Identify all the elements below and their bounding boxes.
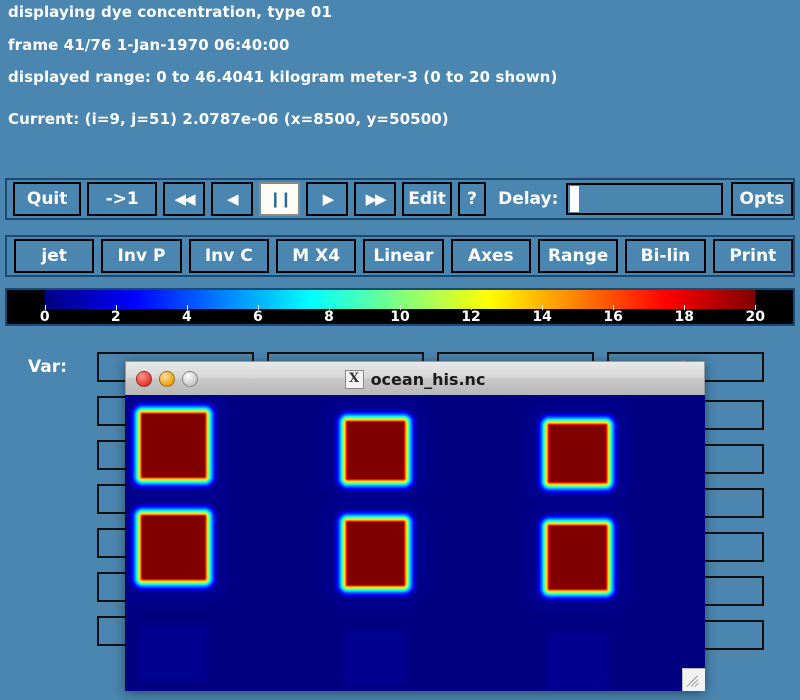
window-titlebar[interactable]: X ocean_his.nc [125, 361, 705, 395]
colorbar-tick-label: 2 [111, 309, 121, 325]
pause-icon: ❙❙ [269, 192, 290, 207]
variable-selector-label: Var: [28, 357, 67, 377]
delay-label: Delay: [498, 189, 558, 209]
window-controls [136, 371, 198, 387]
display-option-label: Axes [468, 246, 514, 266]
display-option-label: M X4 [292, 246, 340, 266]
status-line-range: displayed range: 0 to 46.4041 kilogram m… [8, 68, 557, 86]
colorbar-tick-label: 4 [182, 309, 192, 325]
colorbar-tick-label: 0 [40, 309, 50, 325]
window-title-group: X ocean_his.nc [126, 362, 704, 396]
goto-first-frame-button[interactable]: ->1 [87, 182, 157, 216]
colorbar-tick-label: 18 [674, 309, 693, 325]
plot-window[interactable]: X ocean_his.nc [125, 361, 705, 691]
display-option-m-x4[interactable]: M X4 [276, 239, 356, 273]
display-option-label: Print [729, 246, 776, 266]
zoom-icon[interactable] [182, 371, 198, 387]
minimize-icon[interactable] [159, 371, 175, 387]
colorbar-tick-label: 20 [746, 309, 765, 325]
display-option-inv-p[interactable]: Inv P [101, 239, 181, 273]
colorbar[interactable]: 0 2 4 6 8 10 12 14 16 18 20 [5, 288, 795, 326]
step-back-button[interactable]: ◀ [211, 182, 253, 216]
plot-canvas-container[interactable] [125, 395, 705, 691]
step-back-icon: ◀ [227, 192, 237, 207]
colorbar-ticks: 0 2 4 6 8 10 12 14 16 18 20 [7, 290, 793, 324]
status-line-current: Current: (i=9, j=51) 2.0787e-06 (x=8500,… [8, 110, 449, 128]
fast-forward-icon: ▶▶ [366, 192, 385, 207]
colorbar-tick-label: 14 [532, 309, 551, 325]
quit-button[interactable]: Quit [13, 182, 81, 216]
resize-grip[interactable] [682, 668, 705, 691]
display-option-axes[interactable]: Axes [451, 239, 531, 273]
x11-app-icon: X [345, 370, 364, 389]
ncview-app: displaying dye concentration, type 01 fr… [0, 0, 800, 700]
playback-toolbar: Quit ->1 ◀◀ ◀ ❙❙ ▶ ▶▶ Edit ? Delay: Opts [5, 178, 795, 220]
rewind-button[interactable]: ◀◀ [163, 182, 205, 216]
window-title: ocean_his.nc [371, 370, 486, 389]
status-line-variable: displaying dye concentration, type 01 [8, 3, 332, 21]
pause-button[interactable]: ❙❙ [259, 182, 301, 216]
status-line-frame: frame 41/76 1-Jan-1970 06:40:00 [8, 36, 289, 54]
display-option-print[interactable]: Print [713, 239, 793, 273]
display-option-linear[interactable]: Linear [363, 239, 443, 273]
display-option-range[interactable]: Range [538, 239, 618, 273]
display-option-label: Range [548, 246, 608, 266]
display-option-label: Inv P [118, 246, 166, 266]
step-forward-icon: ▶ [323, 192, 333, 207]
display-option-jet[interactable]: jet [14, 239, 94, 273]
display-option-label: Bi-lin [641, 246, 691, 266]
colorbar-tick-label: 16 [603, 309, 622, 325]
display-option-label: Linear [373, 246, 433, 266]
display-option-bi-lin[interactable]: Bi-lin [625, 239, 705, 273]
rewind-icon: ◀◀ [174, 192, 193, 207]
colorbar-tick-label: 6 [253, 309, 263, 325]
colorbar-tick-label: 10 [390, 309, 409, 325]
close-icon[interactable] [136, 371, 152, 387]
dye-concentration-heatmap[interactable] [125, 395, 705, 691]
display-option-inv-c[interactable]: Inv C [189, 239, 269, 273]
step-forward-button[interactable]: ▶ [306, 182, 348, 216]
display-option-label: Inv C [205, 246, 253, 266]
help-button[interactable]: ? [458, 182, 486, 216]
fast-forward-button[interactable]: ▶▶ [354, 182, 396, 216]
colorbar-tick-label: 12 [461, 309, 480, 325]
display-option-label: jet [41, 246, 66, 266]
text-caret [570, 186, 579, 212]
display-options-toolbar: jet Inv P Inv C M X4 Linear Axes Range Bi-lin Pr… [5, 235, 795, 277]
delay-input[interactable] [566, 183, 723, 215]
options-button[interactable]: Opts [731, 182, 793, 216]
edit-button[interactable]: Edit [402, 182, 452, 216]
colorbar-tick-label: 8 [324, 309, 334, 325]
